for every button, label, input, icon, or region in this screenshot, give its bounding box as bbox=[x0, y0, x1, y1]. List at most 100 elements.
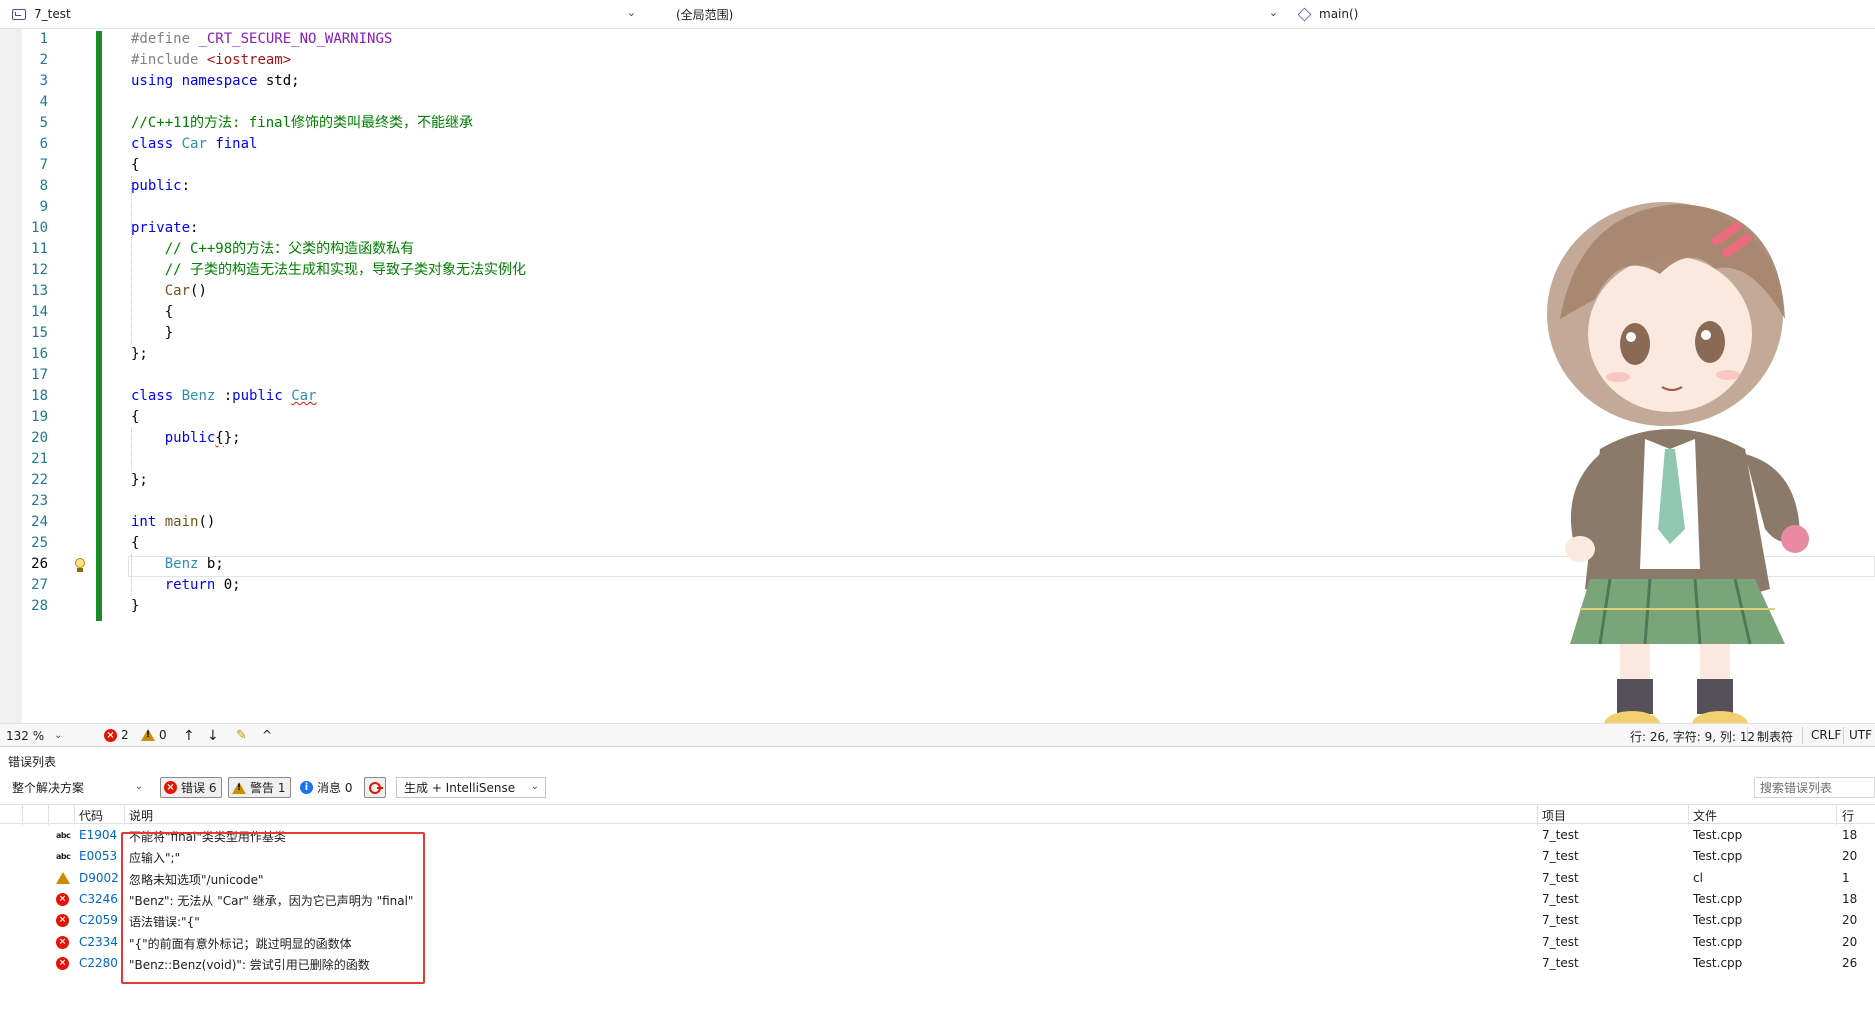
error-count: 2 bbox=[121, 728, 129, 742]
arrow-up-icon[interactable]: ↑ bbox=[183, 728, 195, 744]
error-code[interactable]: E1904 bbox=[79, 828, 117, 842]
chevron-down-icon: ⌄ bbox=[530, 781, 539, 792]
header-description[interactable]: 说明 bbox=[129, 807, 153, 824]
code-line: public: bbox=[131, 178, 191, 194]
error-line: 26 bbox=[1842, 955, 1858, 970]
editor-status-bar: 132 % ⌄ × 2 0 ↑ ↓ ✎ ^ 行: 26, 字符: 9, 列: 1… bbox=[0, 723, 1875, 747]
warnings-filter-label: 警告 1 bbox=[250, 781, 286, 795]
warnings-filter-button[interactable]: 警告 1 bbox=[228, 777, 292, 798]
code-line: // C++98的方法：父类的构造函数私有 bbox=[164, 241, 415, 257]
errors-filter-label: 错误 6 bbox=[181, 781, 217, 795]
code-line: Car() bbox=[164, 283, 207, 299]
build-source-value: 生成 + IntelliSense bbox=[404, 781, 516, 795]
line-number: 22 bbox=[31, 472, 48, 488]
line-number: 16 bbox=[31, 346, 48, 362]
cursor-position[interactable]: 行: 26, 字符: 9, 列: 12 bbox=[1630, 728, 1755, 745]
line-number: 21 bbox=[31, 451, 48, 467]
error-file: Test.cpp bbox=[1693, 891, 1743, 906]
error-project: 7_test bbox=[1542, 934, 1579, 949]
function-dropdown[interactable]: main() bbox=[1290, 3, 1875, 25]
line-number: 2 bbox=[39, 52, 48, 68]
error-icon: × bbox=[56, 935, 69, 949]
project-dropdown[interactable]: 7_test ⌄ bbox=[6, 3, 642, 25]
messages-filter-button[interactable]: i 消息 0 bbox=[296, 777, 358, 798]
encoding[interactable]: UTF bbox=[1849, 728, 1872, 742]
arrow-down-icon[interactable]: ↓ bbox=[207, 728, 219, 744]
error-project: 7_test bbox=[1542, 913, 1579, 928]
line-number: 1 bbox=[39, 31, 48, 47]
chevron-down-icon: ⌄ bbox=[1268, 6, 1278, 19]
abc-icon: abc bbox=[56, 831, 71, 840]
chevron-up-icon[interactable]: ^ bbox=[262, 728, 272, 742]
code-line: #define _CRT_SECURE_NO_WARNINGS bbox=[131, 31, 393, 47]
messages-filter-label: 消息 0 bbox=[317, 781, 353, 795]
line-number: 17 bbox=[31, 367, 48, 383]
error-icon: × bbox=[104, 728, 117, 742]
code-line: } bbox=[131, 598, 140, 614]
line-number: 5 bbox=[39, 115, 48, 131]
header-file[interactable]: 文件 bbox=[1693, 807, 1717, 824]
line-number: 14 bbox=[31, 304, 48, 320]
error-code[interactable]: C2280 bbox=[79, 956, 118, 970]
warning-count: 0 bbox=[159, 728, 167, 742]
line-number: 28 bbox=[31, 598, 48, 614]
header-line[interactable]: 行 bbox=[1842, 807, 1854, 824]
code-line: //C++11的方法: final修饰的类叫最终类，不能继承 bbox=[131, 115, 474, 131]
error-code[interactable]: C2334 bbox=[79, 935, 118, 949]
error-code[interactable]: E0053 bbox=[79, 849, 117, 863]
error-file: Test.cpp bbox=[1693, 828, 1743, 842]
indent-guide bbox=[131, 554, 132, 596]
error-search-input[interactable]: 搜索错误列表 bbox=[1754, 777, 1875, 798]
code-editor[interactable]: 1 2 3 4 5 6 7 8 9 10 11 12 13 14 15 16 17 18 19 20 21 22 23 24 2… bbox=[0, 29, 1875, 723]
code-line: int main() bbox=[131, 514, 216, 530]
warning-icon bbox=[232, 781, 246, 794]
zoom-dropdown[interactable]: 132 % ⌄ bbox=[6, 727, 70, 744]
build-source-dropdown[interactable]: 生成 + IntelliSense ⌄ bbox=[396, 777, 546, 798]
indent-guide bbox=[131, 428, 132, 470]
error-line: 20 bbox=[1842, 849, 1858, 864]
status-separator bbox=[1843, 727, 1844, 744]
errors-filter-button[interactable]: × 错误 6 bbox=[160, 777, 223, 798]
line-number: 27 bbox=[31, 577, 48, 593]
line-number: 3 bbox=[39, 73, 48, 89]
error-code[interactable]: C3246 bbox=[79, 892, 118, 906]
header-project[interactable]: 项目 bbox=[1542, 807, 1566, 824]
code-line: using namespace std; bbox=[131, 73, 300, 89]
warning-count-indicator[interactable]: 0 bbox=[141, 728, 167, 742]
header-code[interactable]: 代码 bbox=[79, 807, 103, 824]
line-number: 10 bbox=[31, 220, 48, 236]
indent-mode[interactable]: 制表符 bbox=[1757, 728, 1793, 745]
project-icon bbox=[12, 8, 26, 20]
line-number: 13 bbox=[31, 283, 48, 299]
code-line: Benz b; bbox=[164, 556, 224, 572]
error-count-indicator[interactable]: × 2 bbox=[104, 728, 129, 742]
error-icon: × bbox=[56, 914, 69, 928]
zoom-level: 132 % bbox=[6, 728, 45, 743]
scope-name: (全局范围) bbox=[676, 7, 734, 22]
broom-icon[interactable]: ✎ bbox=[236, 728, 247, 743]
line-number: 11 bbox=[31, 241, 48, 257]
error-icon: × bbox=[56, 892, 69, 906]
warning-icon bbox=[141, 729, 155, 741]
line-number: 24 bbox=[31, 514, 48, 530]
line-ending[interactable]: CRLF bbox=[1811, 728, 1841, 742]
line-number: 8 bbox=[39, 178, 48, 194]
navigation-bar: 7_test ⌄ (全局范围) ⌄ main() bbox=[0, 0, 1875, 29]
error-code[interactable]: C2059 bbox=[79, 913, 118, 927]
scope-dropdown[interactable]: (全局范围) ⌄ bbox=[646, 3, 1284, 25]
error-list-panel: 错误列表 整个解决方案 ⌄ × 错误 6 警告 1 i 消息 0 生成 + In… bbox=[0, 748, 1875, 1018]
filter-toggle-icon[interactable] bbox=[364, 777, 386, 798]
line-number: 25 bbox=[31, 535, 48, 551]
lightbulb-icon[interactable] bbox=[73, 557, 87, 573]
line-number: 12 bbox=[31, 262, 48, 278]
code-line: } bbox=[131, 325, 174, 341]
solution-scope-dropdown[interactable]: 整个解决方案 ⌄ bbox=[6, 777, 150, 798]
code-line: class Benz :public Car bbox=[131, 388, 317, 404]
error-code[interactable]: D9002 bbox=[79, 871, 119, 885]
chevron-down-icon: ⌄ bbox=[54, 730, 63, 741]
error-line: 18 bbox=[1842, 891, 1858, 906]
indent-guide bbox=[131, 176, 132, 344]
error-project: 7_test bbox=[1542, 828, 1579, 842]
line-number: 20 bbox=[31, 430, 48, 446]
warning-icon bbox=[56, 871, 70, 884]
